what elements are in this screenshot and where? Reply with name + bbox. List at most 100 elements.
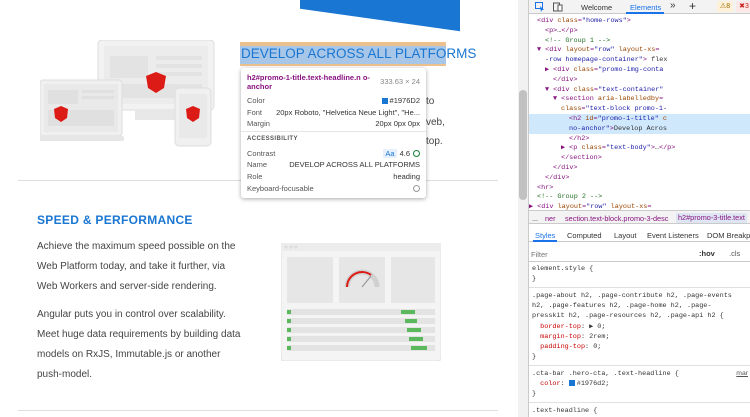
breadcrumb-ellipsis[interactable]: ... [532, 214, 538, 223]
tooltip-selector: h2#promo-1-title.text-headline.n o-ancho… [247, 73, 370, 91]
more-tabs-icon[interactable]: » [670, 0, 676, 11]
tab-elements[interactable]: Elements [630, 3, 661, 12]
inspect-tooltip: h2#promo-1-title.text-headline.n o-ancho… [241, 68, 426, 198]
para2-line: push-model. [37, 369, 93, 380]
dom-node-line[interactable]: <h2 id="promo-1-title" c [529, 114, 750, 125]
css-line[interactable]: .cta-bar .hero-cta, .text-headline { [532, 369, 679, 379]
dom-node-line[interactable]: no-anchor">Develop Acros [529, 123, 750, 135]
css-source-link[interactable]: mar [736, 369, 748, 379]
develop-headline: DEVELOP ACROSS ALL PLATFORMS [241, 46, 477, 61]
breadcrumb-item[interactable]: section.text-block.promo-3-desc [565, 214, 668, 223]
role-label: Role [247, 172, 263, 181]
dom-node-line[interactable]: <!-- Group 2 --> [537, 192, 602, 202]
keyboard-value [413, 184, 420, 193]
speed-performance-title: SPEED & PERFORMANCE [37, 213, 193, 227]
tooltip-color-row: Color #1976D2 [247, 96, 420, 106]
hov-toggle[interactable]: :hov [699, 249, 715, 258]
scrollbar-thumb[interactable] [519, 90, 527, 200]
dom-node-line[interactable]: ▼ <section aria-labelledby= [553, 94, 663, 104]
css-line[interactable]: color: #1976d2; [532, 379, 609, 389]
styles-filter-bar: :hov .cls [529, 246, 750, 262]
font-value: 20px Roboto, "Helvetica Neue Light", "He… [276, 108, 420, 117]
para2-line: models on RxJS, Immutable.js or another [37, 349, 221, 360]
css-line[interactable]: h2, .page-features h2, .page-home h2, .p… [532, 301, 711, 311]
tooltip-font-row: Font 20px Roboto, "Helvetica Neue Light"… [247, 108, 420, 118]
css-line[interactable]: presskit h2, .page-resources h2, .page-a… [532, 311, 724, 321]
css-line[interactable]: } [532, 389, 536, 399]
subtab-dom-breakpoints[interactable]: DOM Breakp [707, 231, 750, 240]
color-value: #1976D2 [381, 96, 420, 105]
name-value: DEVELOP ACROSS ALL PLATFORMS [289, 160, 420, 169]
hero-blue-shape [300, 0, 460, 32]
add-tab-icon[interactable]: + [689, 0, 696, 13]
warnings-count: 8 [726, 3, 731, 10]
cls-toggle[interactable]: .cls [729, 249, 740, 258]
subtab-event-listeners[interactable]: Event Listeners [647, 231, 699, 240]
inspect-element-icon[interactable] [535, 2, 545, 12]
css-line[interactable]: border-top: ▶ 0; [532, 322, 605, 332]
tooltip-name-row: Name DEVELOP ACROSS ALL PLATFORMS [247, 160, 420, 170]
dom-node-line[interactable]: ▼ <div layout="row" layout-xs= [537, 45, 659, 55]
not-focusable-icon [413, 185, 420, 192]
errors-count: 3 [744, 3, 749, 10]
errors-badge[interactable]: ✖3 [736, 1, 750, 12]
css-line[interactable]: .text-headline { [532, 406, 597, 416]
dom-node-line[interactable]: ▶ <div layout="row" layout-xs= [529, 202, 651, 210]
css-line[interactable]: } [532, 352, 536, 362]
webpage-viewport: DEVELOP ACROSS ALL PLATFORMS to veb, top… [0, 0, 518, 417]
color-label: Color [247, 96, 265, 105]
breadcrumb-item[interactable]: ner [545, 214, 556, 223]
warnings-badge[interactable]: ⚠8 [717, 1, 733, 12]
tooltip-divider [241, 131, 426, 132]
css-line[interactable]: margin-top: 2rem; [532, 332, 609, 342]
breadcrumb-item-active[interactable]: h2#promo-3-title.text [676, 213, 747, 223]
dom-node-line[interactable]: <div class="home-rows"> [537, 16, 631, 26]
css-line[interactable]: } [532, 274, 536, 284]
margin-label: Margin [247, 119, 270, 128]
dom-node-line[interactable]: </div> [545, 173, 569, 183]
check-circle-icon [413, 150, 420, 157]
para2-line: Meet huge data requirements by building … [37, 329, 241, 340]
css-rule-divider [529, 286, 750, 288]
css-line[interactable]: padding-top: 0; [532, 342, 601, 352]
dom-tree[interactable]: <div class="home-rows"> <p>…</p> <!-- Grou… [529, 14, 750, 210]
dom-node-line[interactable]: </div> [553, 75, 577, 85]
devtools-tabbar: Welcome Elements » + ⚠8 ✖3 [529, 0, 750, 14]
dom-node-line[interactable]: ▼ <div class="text-container" [545, 85, 663, 95]
dom-node-line[interactable]: </section> [561, 153, 602, 163]
tooltip-keyboard-row: Keyboard-focusable [247, 184, 420, 194]
para1-line: Web Workers and server-side rendering. [37, 281, 217, 292]
css-line[interactable]: element.style { [532, 264, 593, 274]
tooltip-margin-row: Margin 20px 0px 0px [247, 119, 420, 129]
subtab-computed[interactable]: Computed [567, 231, 602, 240]
dom-node-line[interactable]: <p>…</p> [545, 26, 578, 36]
dom-node-line[interactable]: class="text-block promo-1- [561, 104, 667, 114]
cutoff-text-3: top. [426, 136, 443, 147]
para1-line: Web Platform today, and take it further,… [37, 261, 226, 272]
dom-node-line[interactable]: ▶ <div class="promo-img-conta [545, 65, 663, 75]
css-line[interactable]: .page-about h2, .page-contribute h2, .pa… [532, 291, 732, 301]
subtab-styles[interactable]: Styles [535, 231, 555, 240]
dom-node-line[interactable]: -row homepage-container"> flex [545, 55, 667, 65]
para2-line: Angular puts you in control over scalabi… [37, 309, 226, 320]
role-value: heading [393, 172, 420, 181]
styles-filter-input[interactable] [531, 248, 691, 260]
styles-pane[interactable]: element.style {} .page-about h2, .page-co… [529, 262, 750, 417]
dom-node-line[interactable]: <!-- Group 1 --> [545, 36, 610, 46]
device-toolbar-icon[interactable] [553, 2, 563, 12]
tab-welcome[interactable]: Welcome [581, 3, 612, 12]
styles-subtabs: Styles Computed Layout Event Listeners D… [529, 229, 750, 242]
name-label: Name [247, 160, 268, 169]
dom-node-line[interactable]: <hr> [537, 183, 553, 193]
dom-node-line[interactable]: ▶ <p class="text-body">…</p> [561, 143, 675, 153]
contrast-ratio: 4.6 [399, 149, 410, 158]
page-scrollbar[interactable] [518, 0, 528, 417]
margin-value: 20px 0px 0px [375, 119, 420, 128]
speed-paragraph-2: Angular puts you in control over scalabi… [37, 305, 247, 385]
dom-node-line[interactable]: </div> [553, 163, 577, 173]
dom-node-line[interactable]: </h2> [569, 134, 589, 144]
subtab-layout[interactable]: Layout [614, 231, 637, 240]
accessibility-heading: ACCESSIBILITY [247, 136, 298, 142]
subtab-indicator [533, 240, 557, 242]
speed-paragraph-1: Achieve the maximum speed possible on th… [37, 237, 247, 297]
